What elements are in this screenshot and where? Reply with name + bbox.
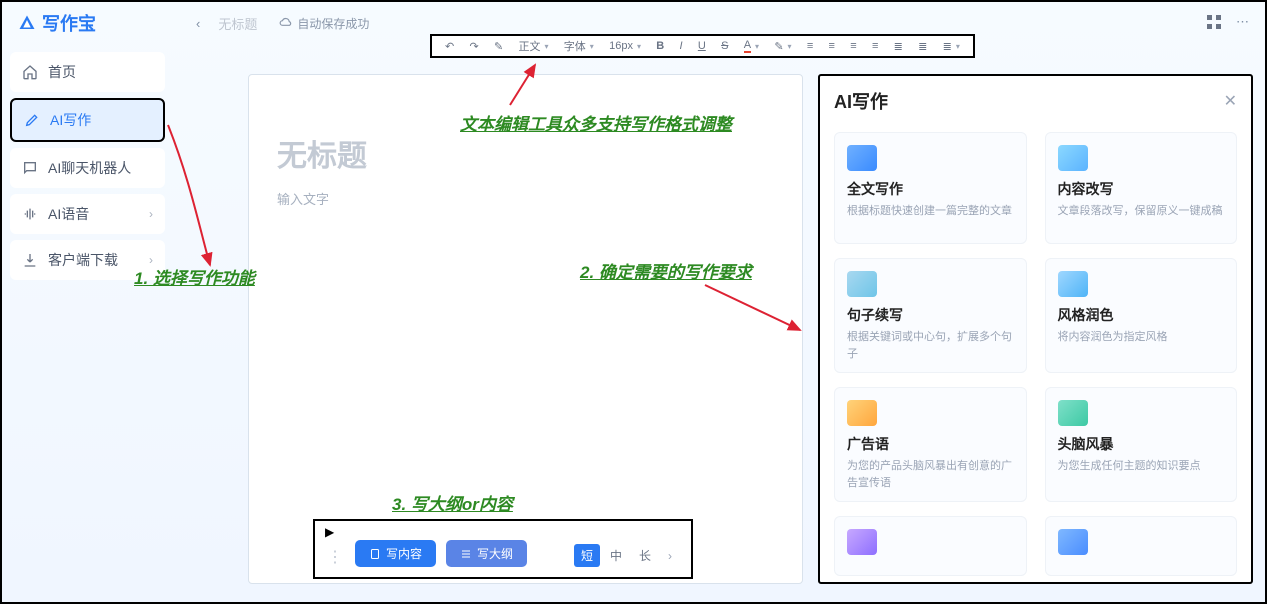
continue-icon [847,271,877,297]
chevron-right-icon[interactable]: › [661,546,679,566]
bullet-list-button[interactable]: ≣ [915,40,930,53]
chat-icon [22,160,38,176]
annotation-arrow-1 [160,120,220,270]
card-extra-2[interactable] [1045,516,1238,576]
extra-icon [847,529,877,555]
ai-writing-panel: AI写作 ✕ 全文写作 根据标题快速创建一篇完整的文章 内容改写 文章段落改写，… [818,74,1253,584]
write-outline-button[interactable]: 写大纲 [446,540,527,567]
align-justify-button[interactable]: ≡ [869,40,881,52]
bold-button[interactable]: B [653,40,667,52]
sidebar-item-label: AI聊天机器人 [48,158,131,178]
drag-handle-icon[interactable]: ⋮ [327,547,341,567]
card-desc: 将内容润色为指定风格 [1058,329,1225,346]
sidebar-item-download[interactable]: 客户端下载 › [10,240,165,280]
length-medium[interactable]: 中 [603,544,629,567]
apps-grid-icon[interactable] [1206,14,1222,33]
extra-icon [1058,529,1088,555]
align-center-button[interactable]: ≡ [826,40,838,52]
underline-button[interactable]: U [695,40,709,52]
length-short[interactable]: 短 [574,544,600,567]
polish-icon [1058,271,1088,297]
redo-button[interactable]: ↷ [467,40,482,53]
chevron-right-icon: › [149,207,153,221]
sidebar-item-ai-writing[interactable]: AI写作 [10,98,165,142]
card-polish[interactable]: 风格润色 将内容润色为指定风格 [1045,258,1238,373]
format-painter-button[interactable]: ✎ [491,40,506,53]
align-left-button[interactable]: ≡ [804,40,816,52]
card-title: 全文写作 [847,179,1014,199]
italic-button[interactable]: I [676,40,685,52]
align-right-button[interactable]: ≡ [847,40,859,52]
panel-close-button[interactable]: ✕ [1224,91,1237,111]
strikethrough-button[interactable]: S [718,40,731,52]
logo-text: 写作宝 [42,10,96,36]
card-rewrite[interactable]: 内容改写 文章段落改写，保留原义一键成稿 [1045,132,1238,244]
numbered-list-button[interactable]: ≣ [891,40,906,53]
document-tab-label: 无标题 [218,14,257,33]
editor-toolbar: ↶ ↷ ✎ 正文 字体 16px B I U S A ✎ ≡ ≡ ≡ ≡ ≣ ≣… [430,34,975,58]
body-input[interactable]: 输入文字 [277,189,774,208]
panel-header: AI写作 ✕ [834,88,1237,114]
logo-icon [18,14,36,32]
font-color-button[interactable]: A [741,39,762,53]
autosave-status: 自动保存成功 [279,15,369,32]
length-segment: 短 中 长 › [574,544,679,567]
button-label: 写大纲 [477,545,513,562]
sidebar-item-ai-voice[interactable]: AI语音 › [10,194,165,234]
brainstorm-icon [1058,400,1088,426]
length-long[interactable]: 长 [632,544,658,567]
panel-title: AI写作 [834,88,888,114]
rewrite-icon [1058,145,1088,171]
card-title: 内容改写 [1058,179,1225,199]
title-input[interactable]: 无标题 [277,131,774,175]
card-desc: 为您生成任何主题的知识要点 [1058,458,1225,475]
quick-action-bar: ▶ ⋮ 写内容 写大纲 短 中 长 › [313,519,693,579]
font-size-select[interactable]: 16px [606,40,644,52]
ad-icon [847,400,877,426]
sidebar-item-label: AI写作 [50,110,91,130]
card-desc: 为您的产品头脑风暴出有创意的广告宣传语 [847,458,1014,491]
write-content-button[interactable]: 写内容 [355,540,436,567]
sidebar: 首页 AI写作 AI聊天机器人 AI语音 › 客户端下载 › [10,52,165,286]
more-list-button[interactable]: ≣ [940,40,963,53]
app-logo: 写作宝 [18,10,96,36]
more-menu-icon[interactable]: ⋯ [1236,14,1249,33]
highlight-color-button[interactable]: ✎ [771,40,794,53]
undo-button[interactable]: ↶ [442,40,457,53]
sidebar-item-home[interactable]: 首页 [10,52,165,92]
sidebar-item-ai-chatbot[interactable]: AI聊天机器人 [10,148,165,188]
sidebar-item-label: AI语音 [48,204,89,224]
cloud-check-icon [279,16,293,30]
card-title: 广告语 [847,434,1014,454]
card-extra-1[interactable] [834,516,1027,576]
download-icon [22,252,38,268]
card-desc: 根据标题快速创建一篇完整的文章 [847,203,1014,220]
editor-canvas[interactable]: 无标题 输入文字 [248,74,803,584]
card-desc: 文章段落改写，保留原义一键成稿 [1058,203,1225,220]
back-button[interactable]: ‹ [196,16,200,31]
paragraph-format-select[interactable]: 正文 [516,38,552,54]
doc-icon [847,145,877,171]
pencil-icon [24,112,40,128]
card-title: 头脑风暴 [1058,434,1225,454]
card-full-writing[interactable]: 全文写作 根据标题快速创建一篇完整的文章 [834,132,1027,244]
autosave-text: 自动保存成功 [297,15,369,32]
font-family-select[interactable]: 字体 [561,38,597,54]
voice-icon [22,206,38,222]
doc-icon [369,548,381,560]
play-handle-icon[interactable]: ▶ [325,525,334,539]
card-title: 句子续写 [847,305,1014,325]
sidebar-item-label: 首页 [48,62,76,82]
chevron-right-icon: › [149,253,153,267]
sidebar-item-label: 客户端下载 [48,250,118,270]
card-continue[interactable]: 句子续写 根据关键词或中心句，扩展多个句子 [834,258,1027,373]
card-title: 风格润色 [1058,305,1225,325]
card-desc: 根据关键词或中心句，扩展多个句子 [847,329,1014,362]
button-label: 写内容 [386,545,422,562]
card-brainstorm[interactable]: 头脑风暴 为您生成任何主题的知识要点 [1045,387,1238,502]
card-ad-copy[interactable]: 广告语 为您的产品头脑风暴出有创意的广告宣传语 [834,387,1027,502]
home-icon [22,64,38,80]
list-icon [460,548,472,560]
card-grid: 全文写作 根据标题快速创建一篇完整的文章 内容改写 文章段落改写，保留原义一键成… [834,132,1237,576]
